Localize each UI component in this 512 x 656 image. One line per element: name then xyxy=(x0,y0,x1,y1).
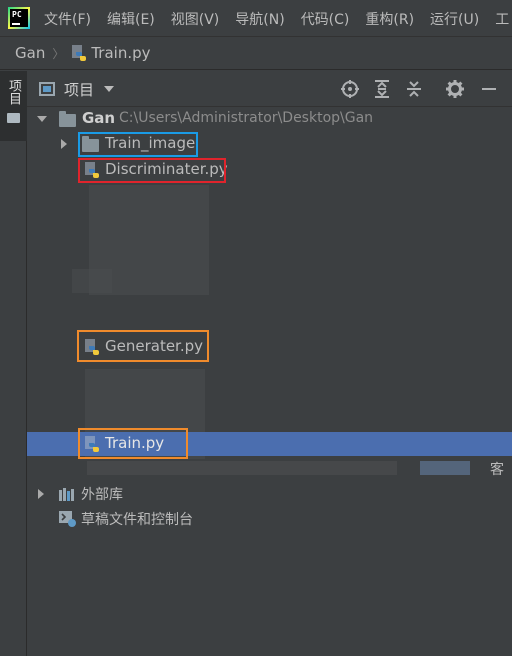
menu-navigate[interactable]: 导航(N) xyxy=(235,9,284,29)
root-path: C:\Users\Administrator\Desktop\Gan xyxy=(119,110,374,126)
collapse-all-icon[interactable] xyxy=(404,79,424,99)
menu-bar: PC 文件(F) 编辑(E) 视图(V) 导航(N) 代码(C) 重构(R) 运… xyxy=(0,0,512,37)
root-name: Gan xyxy=(82,109,116,127)
obscured-region xyxy=(87,461,397,475)
menu-refactor[interactable]: 重构(R) xyxy=(365,9,414,29)
menu-view[interactable]: 视图(V) xyxy=(171,9,220,29)
project-panel: 项目 Gan C:\Users\Administrator\Desktop\Ga… xyxy=(27,71,512,656)
breadcrumb-file[interactable]: Train.py xyxy=(91,44,150,62)
project-view-icon xyxy=(39,82,55,96)
breadcrumb: Gan 〉 Train.py xyxy=(0,37,512,70)
tool-window-strip: 项目 xyxy=(0,71,27,656)
library-icon xyxy=(59,487,77,501)
menu-tools[interactable]: 工 xyxy=(495,9,509,29)
obscured-region xyxy=(72,269,112,293)
pycharm-logo-icon[interactable]: PC xyxy=(8,7,30,29)
menu-code[interactable]: 代码(C) xyxy=(301,9,350,29)
menu-edit[interactable]: 编辑(E) xyxy=(107,9,155,29)
obscured-region xyxy=(420,461,470,475)
tree-external-libraries[interactable]: 外部库 xyxy=(27,482,512,506)
partial-text: 客 xyxy=(490,462,504,478)
project-panel-header: 项目 xyxy=(27,71,512,107)
gear-icon[interactable] xyxy=(445,79,465,99)
python-file-icon xyxy=(71,45,87,61)
minimize-icon[interactable] xyxy=(479,79,499,99)
panel-title[interactable]: 项目 xyxy=(64,79,94,100)
project-tool-tab[interactable]: 项目 xyxy=(0,71,27,141)
highlight-box-blue xyxy=(78,132,198,157)
tree-root-gan[interactable]: Gan C:\Users\Administrator\Desktop\Gan xyxy=(27,107,512,131)
folder-icon xyxy=(59,111,76,127)
scratches-icon xyxy=(59,511,77,527)
external-libraries-label: 外部库 xyxy=(81,487,123,503)
breadcrumb-project[interactable]: Gan xyxy=(15,44,45,62)
breadcrumb-separator-icon: 〉 xyxy=(52,46,65,61)
expand-all-icon[interactable] xyxy=(372,79,392,99)
tree-partial-row[interactable]: 客 xyxy=(27,457,512,481)
project-tool-tab-label: 项目 xyxy=(6,79,21,105)
locate-icon[interactable] xyxy=(340,79,360,99)
chevron-right-icon[interactable] xyxy=(61,139,67,149)
highlight-box-orange xyxy=(77,330,209,362)
tree-scratches-consoles[interactable]: 草稿文件和控制台 xyxy=(27,507,512,531)
chevron-right-icon[interactable] xyxy=(38,489,44,499)
highlight-box-orange xyxy=(78,428,188,459)
menu-run[interactable]: 运行(U) xyxy=(430,9,479,29)
folder-icon xyxy=(7,113,20,123)
scratches-label: 草稿文件和控制台 xyxy=(81,512,193,528)
chevron-down-icon[interactable] xyxy=(37,116,47,122)
chevron-down-icon[interactable] xyxy=(104,86,114,92)
highlight-box-red xyxy=(78,158,226,183)
menu-file[interactable]: 文件(F) xyxy=(44,9,91,29)
menu-items: 文件(F) 编辑(E) 视图(V) 导航(N) 代码(C) 重构(R) 运行(U… xyxy=(44,0,512,37)
